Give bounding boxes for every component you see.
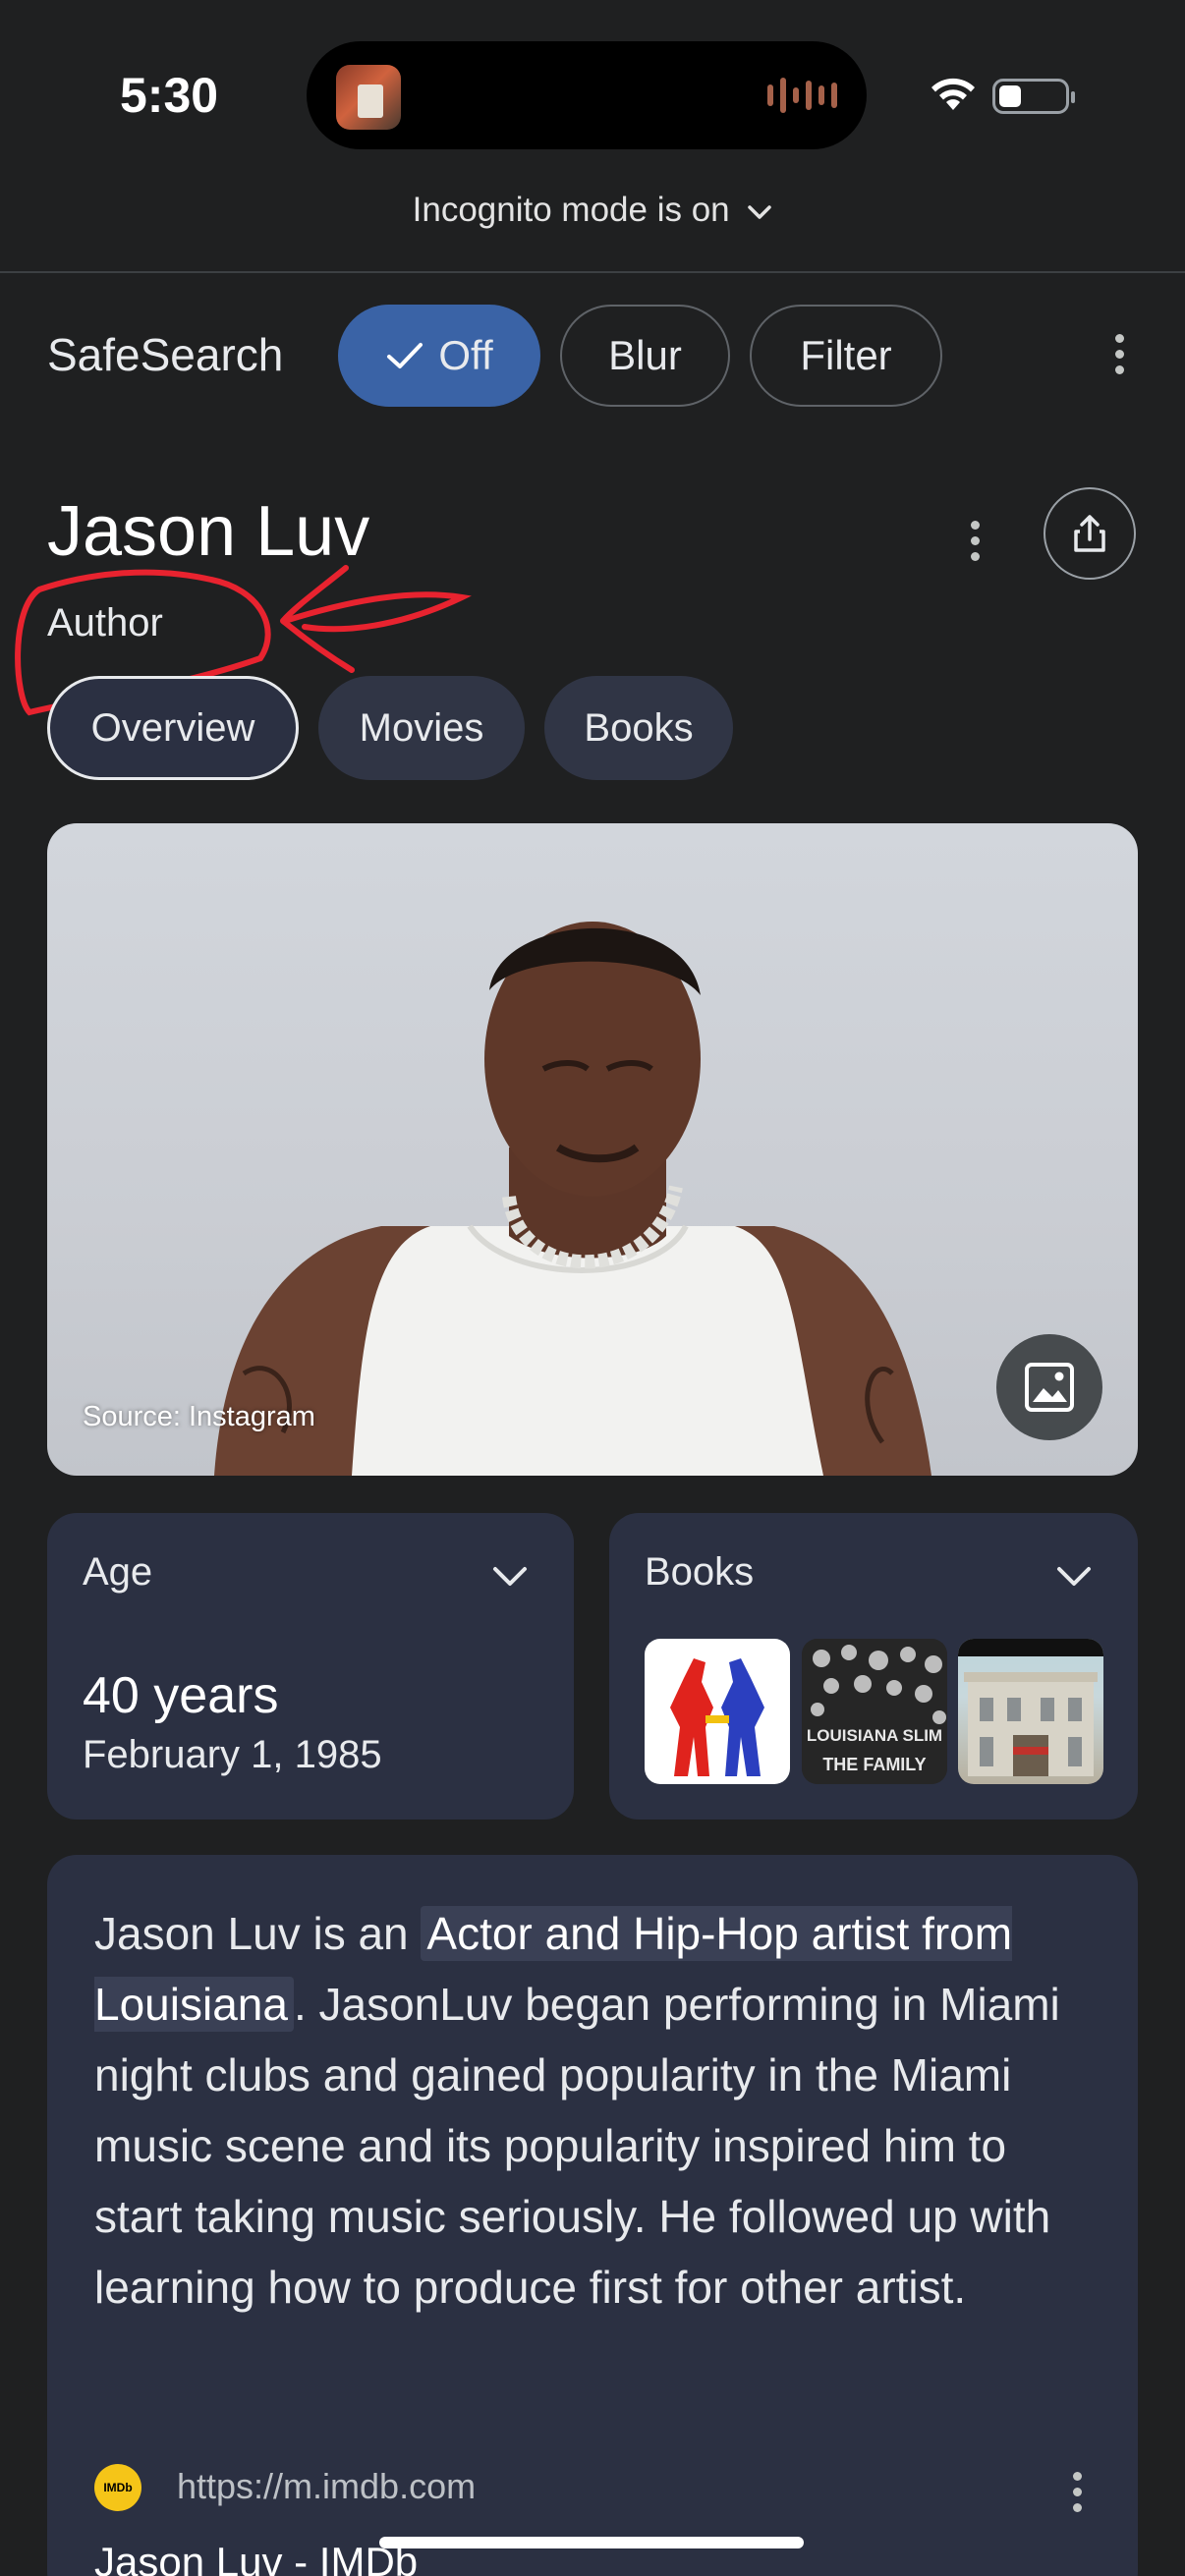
audio-waveform-icon: [767, 76, 837, 115]
share-icon: [1074, 515, 1105, 552]
safesearch-label: SafeSearch: [47, 329, 284, 380]
svg-text:THE FAMILY: THE FAMILY: [822, 1755, 926, 1774]
book-cover[interactable]: [958, 1639, 1103, 1784]
home-indicator[interactable]: [379, 2537, 804, 2548]
chip-label: Off: [438, 332, 493, 378]
hero-image[interactable]: Source: Instagram: [47, 823, 1138, 1476]
battery-icon: [992, 79, 1075, 114]
age-value: 40 years: [83, 1667, 279, 1724]
divider: [0, 271, 1185, 273]
person-photo: [214, 922, 931, 1476]
book-cover[interactable]: [645, 1639, 790, 1784]
tab-movies[interactable]: Movies: [318, 676, 525, 780]
incognito-banner[interactable]: Incognito mode is on: [0, 191, 1185, 230]
share-button[interactable]: [1044, 487, 1136, 580]
chip-label: Filter: [800, 332, 892, 378]
image-source: Source: Instagram: [83, 1401, 315, 1432]
description-text: Jason Luv is an Actor and Hip-Hop artist…: [94, 1898, 1097, 2323]
age-label: Age: [83, 1550, 153, 1594]
view-images-button[interactable]: [996, 1334, 1102, 1440]
age-card[interactable]: Age 40 years February 1, 1985: [47, 1513, 574, 1820]
birth-date: February 1, 1985: [83, 1733, 382, 1776]
chevron-down-icon: [748, 205, 772, 219]
incognito-text: Incognito mode is on: [412, 191, 730, 229]
status-time: 5:30: [120, 68, 219, 123]
wifi-icon: [931, 78, 975, 110]
description-card: Jason Luv is an Actor and Hip-Hop artist…: [47, 1855, 1138, 2576]
source-title-link[interactable]: Jason Luv - IMDb: [94, 2539, 418, 2576]
tab-books[interactable]: Books: [544, 676, 733, 780]
safesearch-filter-chip[interactable]: Filter: [750, 305, 942, 407]
chevron-down-icon: [1057, 1567, 1091, 1586]
svg-text:LOUISIANA SLIM: LOUISIANA SLIM: [807, 1726, 942, 1745]
safesearch-blur-chip[interactable]: Blur: [560, 305, 730, 407]
entity-more-icon[interactable]: [971, 521, 980, 561]
source-more-icon[interactable]: [1073, 2472, 1082, 2512]
imdb-logo: IMDb: [94, 2464, 141, 2511]
books-label: Books: [645, 1550, 755, 1594]
check-icon: [387, 343, 423, 368]
now-playing-artwork: [336, 65, 401, 130]
books-card[interactable]: Books LOUISIANA SLIM THE FAMILY: [609, 1513, 1138, 1820]
tab-overview[interactable]: Overview: [47, 676, 299, 780]
safesearch-off-chip[interactable]: Off: [338, 305, 540, 407]
image-icon: [1025, 1363, 1074, 1412]
chip-label: Blur: [608, 332, 682, 378]
source-url[interactable]: https://m.imdb.com: [177, 2466, 476, 2507]
more-options-icon[interactable]: [1115, 334, 1124, 374]
chevron-down-icon: [493, 1567, 527, 1586]
book-cover[interactable]: LOUISIANA SLIM THE FAMILY: [802, 1639, 947, 1784]
description-intro: Jason Luv is an: [94, 1908, 422, 1959]
dynamic-island[interactable]: [307, 41, 867, 149]
